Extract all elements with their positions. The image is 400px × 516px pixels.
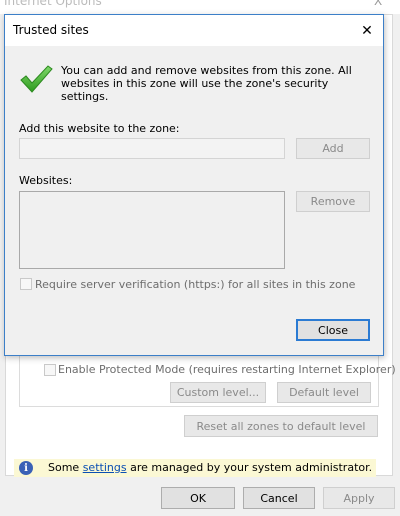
custom-level-button[interactable]: Custom level... (170, 382, 266, 403)
websites-label: Websites: (19, 174, 73, 187)
websites-list[interactable] (19, 191, 285, 269)
close-button[interactable]: Close (296, 319, 370, 341)
protected-mode-label: Enable Protected Mode (requires restarti… (58, 363, 396, 376)
info-icon: i (19, 461, 33, 475)
protected-mode-checkbox[interactable] (44, 364, 56, 376)
zone-intro-text: You can add and remove websites from thi… (61, 64, 352, 103)
settings-link[interactable]: settings (83, 461, 127, 474)
checkmark-icon (20, 65, 53, 93)
trusted-sites-dialog: Trusted sites ✕ You can add and remove w… (4, 14, 384, 356)
add-website-label: Add this website to the zone: (19, 122, 180, 135)
require-verification-checkbox[interactable] (20, 278, 32, 290)
internet-options-titlebar: Internet Options X (0, 0, 400, 14)
ok-button[interactable]: OK (161, 487, 235, 509)
add-button[interactable]: Add (296, 138, 370, 159)
internet-options-title: Internet Options (4, 0, 102, 8)
trusted-sites-titlebar: Trusted sites ✕ (5, 15, 383, 46)
admin-info-text: Some settings are managed by your system… (48, 461, 373, 474)
admin-info-bar: i Some settings are managed by your syst… (14, 459, 376, 477)
add-website-input[interactable] (19, 138, 285, 159)
reset-all-zones-button[interactable]: Reset all zones to default level (184, 415, 378, 437)
cancel-button[interactable]: Cancel (243, 487, 315, 509)
require-verification-label: Require server verification (https:) for… (35, 278, 356, 291)
trusted-sites-title: Trusted sites (13, 23, 89, 37)
remove-button[interactable]: Remove (296, 191, 370, 212)
internet-options-close-icon[interactable]: X (374, 0, 382, 8)
close-icon[interactable]: ✕ (351, 15, 383, 46)
apply-button[interactable]: Apply (323, 487, 395, 509)
default-level-button[interactable]: Default level (277, 382, 371, 403)
